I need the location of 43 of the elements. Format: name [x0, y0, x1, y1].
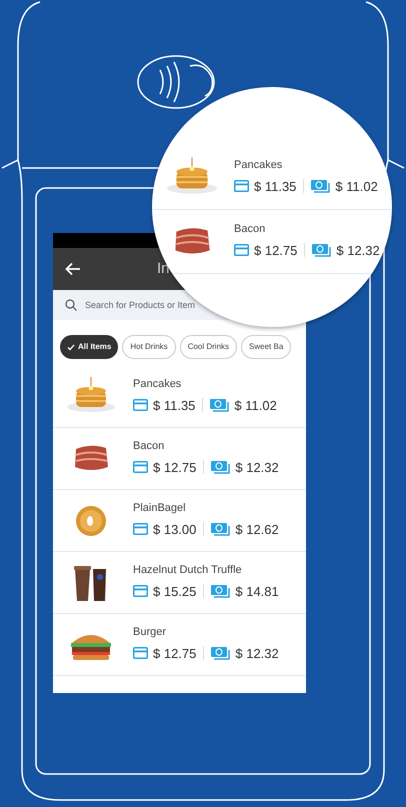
cash-price: $ 12.32	[336, 242, 380, 260]
category-chip[interactable]: Hot Drinks	[122, 335, 176, 359]
cash-icon	[211, 460, 230, 474]
item-name: Hazelnut Dutch Truffle	[133, 564, 243, 578]
card-price: $ 12.75	[254, 242, 298, 260]
item-name: Bacon	[133, 440, 166, 454]
cash-icon	[210, 398, 230, 412]
card-price: $ 12.75	[153, 644, 196, 663]
category-chip[interactable]: Sweet Ba	[241, 335, 292, 359]
check-icon	[67, 344, 75, 350]
search-icon	[65, 299, 77, 311]
cash-icon	[312, 244, 332, 257]
credit-card-icon	[234, 180, 249, 192]
cash-price: $ 12.62	[235, 520, 279, 539]
item-name: PlainBagel	[133, 502, 187, 516]
item-name: Bacon	[234, 222, 266, 237]
cash-price: $ 11.02	[234, 396, 277, 415]
back-arrow-icon[interactable]	[65, 262, 81, 276]
credit-card-icon	[133, 647, 148, 660]
cash-icon	[211, 646, 230, 660]
category-chip[interactable]: All Items	[60, 335, 118, 359]
credit-card-icon	[133, 585, 148, 598]
item-name: Pancakes	[234, 158, 284, 173]
category-chip[interactable]: Cool Drinks	[180, 335, 238, 359]
header-title: In	[157, 258, 170, 279]
cash-price: $ 11.02	[335, 178, 378, 196]
credit-card-icon	[133, 399, 148, 412]
card-price: $ 13.00	[153, 520, 196, 539]
item-name: Burger	[133, 626, 168, 640]
card-price: $ 11.35	[153, 396, 196, 415]
credit-card-icon	[234, 244, 249, 256]
cash-price: $ 12.32	[235, 458, 279, 477]
credit-card-icon	[133, 461, 148, 474]
cash-icon	[211, 522, 230, 536]
card-price: $ 15.25	[153, 582, 196, 601]
cash-price: $ 14.81	[235, 582, 279, 601]
card-price: $ 11.35	[254, 178, 296, 196]
credit-card-icon	[133, 523, 148, 536]
card-price: $ 12.75	[153, 458, 196, 477]
item-name: Pancakes	[133, 378, 182, 392]
cash-icon	[311, 180, 330, 193]
cash-price: $ 12.32	[235, 644, 279, 663]
cash-icon	[211, 584, 230, 598]
